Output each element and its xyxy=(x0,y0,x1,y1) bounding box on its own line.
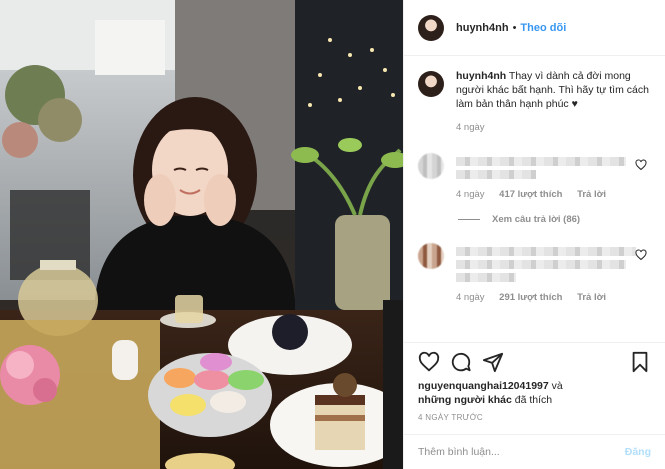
replies-line xyxy=(458,219,480,220)
bookmark-icon[interactable] xyxy=(629,351,651,373)
heart-icon[interactable] xyxy=(418,351,440,373)
add-comment-bar: Đăng xyxy=(404,434,665,469)
post-timestamp[interactable]: 4 NGÀY TRƯỚC xyxy=(418,413,651,422)
post-sidebar: huynh4nh • Theo dõi huynh4nh Thay vì dàn… xyxy=(403,0,665,469)
reply-button[interactable]: Trả lời xyxy=(577,292,606,303)
caption-username[interactable]: huynh4nh xyxy=(456,70,506,82)
comments-section: huynh4nh Thay vì dành cả đời mong người … xyxy=(404,57,665,342)
comment-avatar[interactable] xyxy=(418,153,444,179)
comment-icon[interactable] xyxy=(450,351,472,373)
share-icon[interactable] xyxy=(482,351,504,373)
comment-like-icon[interactable] xyxy=(635,159,647,171)
caption: huynh4nh Thay vì dành cả đời mong người … xyxy=(418,69,651,135)
follow-button[interactable]: Theo dõi xyxy=(520,22,566,34)
caption-avatar[interactable] xyxy=(418,71,444,97)
post-header: huynh4nh • Theo dõi xyxy=(404,0,665,56)
comment-likes[interactable]: 291 lượt thích xyxy=(499,292,562,303)
post-photo[interactable] xyxy=(0,0,403,469)
author-avatar[interactable] xyxy=(418,14,444,41)
post-actions: nguyenquanghai12041997 và những người kh… xyxy=(404,342,665,428)
caption-time[interactable]: 4 ngày xyxy=(456,122,485,133)
author-username[interactable]: huynh4nh xyxy=(456,22,509,34)
view-replies-button[interactable]: Xem câu trả lời (86) xyxy=(458,214,651,225)
comment-time[interactable]: 4 ngày xyxy=(456,292,485,303)
comment-item: 4 ngày 291 lượt thích Trả lời xyxy=(418,243,651,303)
separator-dot: • xyxy=(512,21,517,34)
comment-like-icon[interactable] xyxy=(635,249,647,261)
comment-item: 4 ngày 417 lượt thích Trả lời xyxy=(418,153,651,200)
likes-suffix: đã thích xyxy=(514,394,553,406)
photo-illustration xyxy=(0,0,403,469)
likes-summary: nguyenquanghai12041997 và những người kh… xyxy=(418,379,651,407)
comment-avatar[interactable] xyxy=(418,243,444,269)
liked-by-others[interactable]: những người khác xyxy=(418,394,512,406)
comment-time[interactable]: 4 ngày xyxy=(456,189,485,200)
comment-text-blurred: 4 ngày 417 lượt thích Trả lời xyxy=(456,153,626,200)
post-comment-button[interactable]: Đăng xyxy=(625,446,651,458)
likes-connector: và xyxy=(551,380,563,392)
view-replies-label[interactable]: Xem câu trả lời (86) xyxy=(492,214,580,225)
reply-button[interactable]: Trả lời xyxy=(577,189,606,200)
liked-by-user[interactable]: nguyenquanghai12041997 xyxy=(418,380,549,392)
comment-input[interactable] xyxy=(418,446,625,458)
comment-likes[interactable]: 417 lượt thích xyxy=(499,189,562,200)
comment-text-blurred: 4 ngày 291 lượt thích Trả lời xyxy=(456,243,636,303)
